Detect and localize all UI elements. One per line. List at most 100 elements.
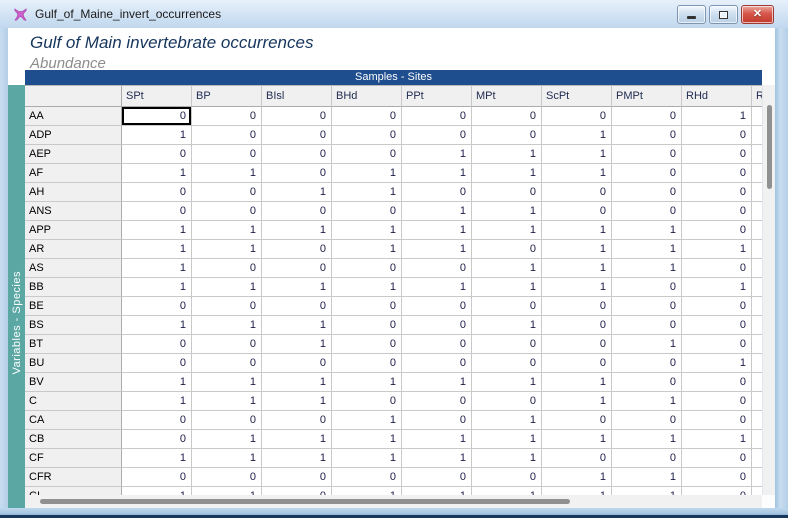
cell[interactable]: 0 bbox=[262, 259, 332, 278]
cell[interactable]: 1 bbox=[472, 145, 542, 164]
data-grid[interactable]: SPtBPBIslBHdPPtMPtScPtPMPtRHdRAA00000000… bbox=[25, 85, 762, 495]
cell[interactable] bbox=[752, 297, 762, 316]
cell[interactable]: 0 bbox=[612, 373, 682, 392]
cell[interactable]: 0 bbox=[192, 411, 262, 430]
cell[interactable]: 0 bbox=[262, 297, 332, 316]
cell[interactable]: 1 bbox=[192, 449, 262, 468]
cell[interactable]: 1 bbox=[612, 335, 682, 354]
cell[interactable]: 0 bbox=[682, 468, 752, 487]
cell[interactable]: 0 bbox=[542, 449, 612, 468]
cell[interactable]: 1 bbox=[122, 126, 192, 145]
cell[interactable]: 0 bbox=[472, 354, 542, 373]
cell[interactable] bbox=[752, 221, 762, 240]
cell[interactable]: 1 bbox=[122, 259, 192, 278]
cell[interactable]: 0 bbox=[262, 164, 332, 183]
minimize-button[interactable] bbox=[677, 5, 706, 24]
cell[interactable]: 1 bbox=[402, 240, 472, 259]
cell[interactable]: 0 bbox=[262, 145, 332, 164]
cell[interactable]: 0 bbox=[402, 468, 472, 487]
cell[interactable] bbox=[752, 411, 762, 430]
cell[interactable]: 1 bbox=[262, 183, 332, 202]
cell[interactable]: 1 bbox=[402, 373, 472, 392]
cell[interactable]: 0 bbox=[402, 259, 472, 278]
cell[interactable]: 0 bbox=[472, 392, 542, 411]
cell[interactable]: 1 bbox=[682, 354, 752, 373]
cell[interactable] bbox=[752, 373, 762, 392]
cell[interactable]: 1 bbox=[332, 411, 402, 430]
cell[interactable]: 0 bbox=[332, 392, 402, 411]
cell[interactable]: 0 bbox=[122, 107, 192, 126]
cell[interactable]: 0 bbox=[542, 183, 612, 202]
cell[interactable]: 1 bbox=[262, 221, 332, 240]
cell[interactable] bbox=[752, 449, 762, 468]
cell[interactable]: 1 bbox=[402, 449, 472, 468]
cell[interactable]: 1 bbox=[612, 468, 682, 487]
cell[interactable]: 0 bbox=[612, 449, 682, 468]
cell[interactable]: 1 bbox=[332, 240, 402, 259]
cell[interactable]: 1 bbox=[402, 164, 472, 183]
row-label[interactable]: BT bbox=[25, 335, 122, 354]
cell[interactable]: 0 bbox=[542, 335, 612, 354]
cell[interactable] bbox=[752, 316, 762, 335]
cell[interactable]: 1 bbox=[122, 164, 192, 183]
cell[interactable]: 1 bbox=[192, 316, 262, 335]
cell[interactable]: 0 bbox=[682, 202, 752, 221]
close-button[interactable]: ✕ bbox=[741, 5, 774, 24]
cell[interactable]: 0 bbox=[332, 107, 402, 126]
cell[interactable]: 1 bbox=[472, 411, 542, 430]
cell[interactable]: 1 bbox=[122, 373, 192, 392]
cell[interactable]: 0 bbox=[122, 335, 192, 354]
cell[interactable]: 0 bbox=[332, 316, 402, 335]
cell[interactable]: 0 bbox=[612, 202, 682, 221]
cell[interactable]: 1 bbox=[122, 449, 192, 468]
cell[interactable]: 1 bbox=[542, 278, 612, 297]
cell[interactable]: 1 bbox=[332, 183, 402, 202]
cell[interactable]: 0 bbox=[472, 468, 542, 487]
vertical-scrollbar-thumb[interactable] bbox=[767, 105, 772, 189]
cell[interactable]: 0 bbox=[332, 354, 402, 373]
cell[interactable]: 0 bbox=[262, 202, 332, 221]
cell[interactable]: 0 bbox=[192, 126, 262, 145]
cell[interactable]: 0 bbox=[472, 297, 542, 316]
cell[interactable]: 1 bbox=[122, 240, 192, 259]
cell[interactable]: 0 bbox=[192, 107, 262, 126]
cell[interactable]: 1 bbox=[542, 259, 612, 278]
cell[interactable]: 0 bbox=[682, 487, 752, 495]
cell[interactable]: 1 bbox=[332, 487, 402, 495]
cell[interactable]: 0 bbox=[122, 430, 192, 449]
cell[interactable]: 0 bbox=[402, 183, 472, 202]
cell[interactable]: 1 bbox=[542, 487, 612, 495]
row-label[interactable]: AH bbox=[25, 183, 122, 202]
cell[interactable]: 0 bbox=[402, 297, 472, 316]
cell[interactable]: 0 bbox=[262, 468, 332, 487]
cell[interactable]: 1 bbox=[472, 259, 542, 278]
cell[interactable]: 0 bbox=[402, 392, 472, 411]
cell[interactable]: 1 bbox=[542, 468, 612, 487]
column-header[interactable]: R bbox=[752, 86, 762, 107]
cell[interactable]: 1 bbox=[262, 335, 332, 354]
cell[interactable]: 1 bbox=[122, 487, 192, 495]
cell[interactable]: 0 bbox=[402, 411, 472, 430]
row-label[interactable]: BE bbox=[25, 297, 122, 316]
column-header[interactable]: MPt bbox=[472, 86, 542, 107]
cell[interactable] bbox=[752, 259, 762, 278]
cell[interactable]: 1 bbox=[332, 278, 402, 297]
cell[interactable]: 1 bbox=[542, 240, 612, 259]
cell[interactable]: 1 bbox=[402, 278, 472, 297]
cell[interactable]: 0 bbox=[682, 259, 752, 278]
row-label[interactable]: CB bbox=[25, 430, 122, 449]
column-header[interactable]: RHd bbox=[682, 86, 752, 107]
cell[interactable]: 1 bbox=[472, 164, 542, 183]
cell[interactable]: 0 bbox=[612, 297, 682, 316]
cell[interactable] bbox=[752, 335, 762, 354]
cell[interactable]: 1 bbox=[122, 316, 192, 335]
cell[interactable]: 0 bbox=[402, 335, 472, 354]
column-header[interactable]: BP bbox=[192, 86, 262, 107]
row-label[interactable]: AF bbox=[25, 164, 122, 183]
cell[interactable]: 1 bbox=[262, 449, 332, 468]
cell[interactable]: 0 bbox=[332, 202, 402, 221]
cell[interactable]: 1 bbox=[542, 164, 612, 183]
cell[interactable]: 0 bbox=[262, 354, 332, 373]
cell[interactable]: 0 bbox=[192, 145, 262, 164]
cell[interactable]: 0 bbox=[472, 335, 542, 354]
